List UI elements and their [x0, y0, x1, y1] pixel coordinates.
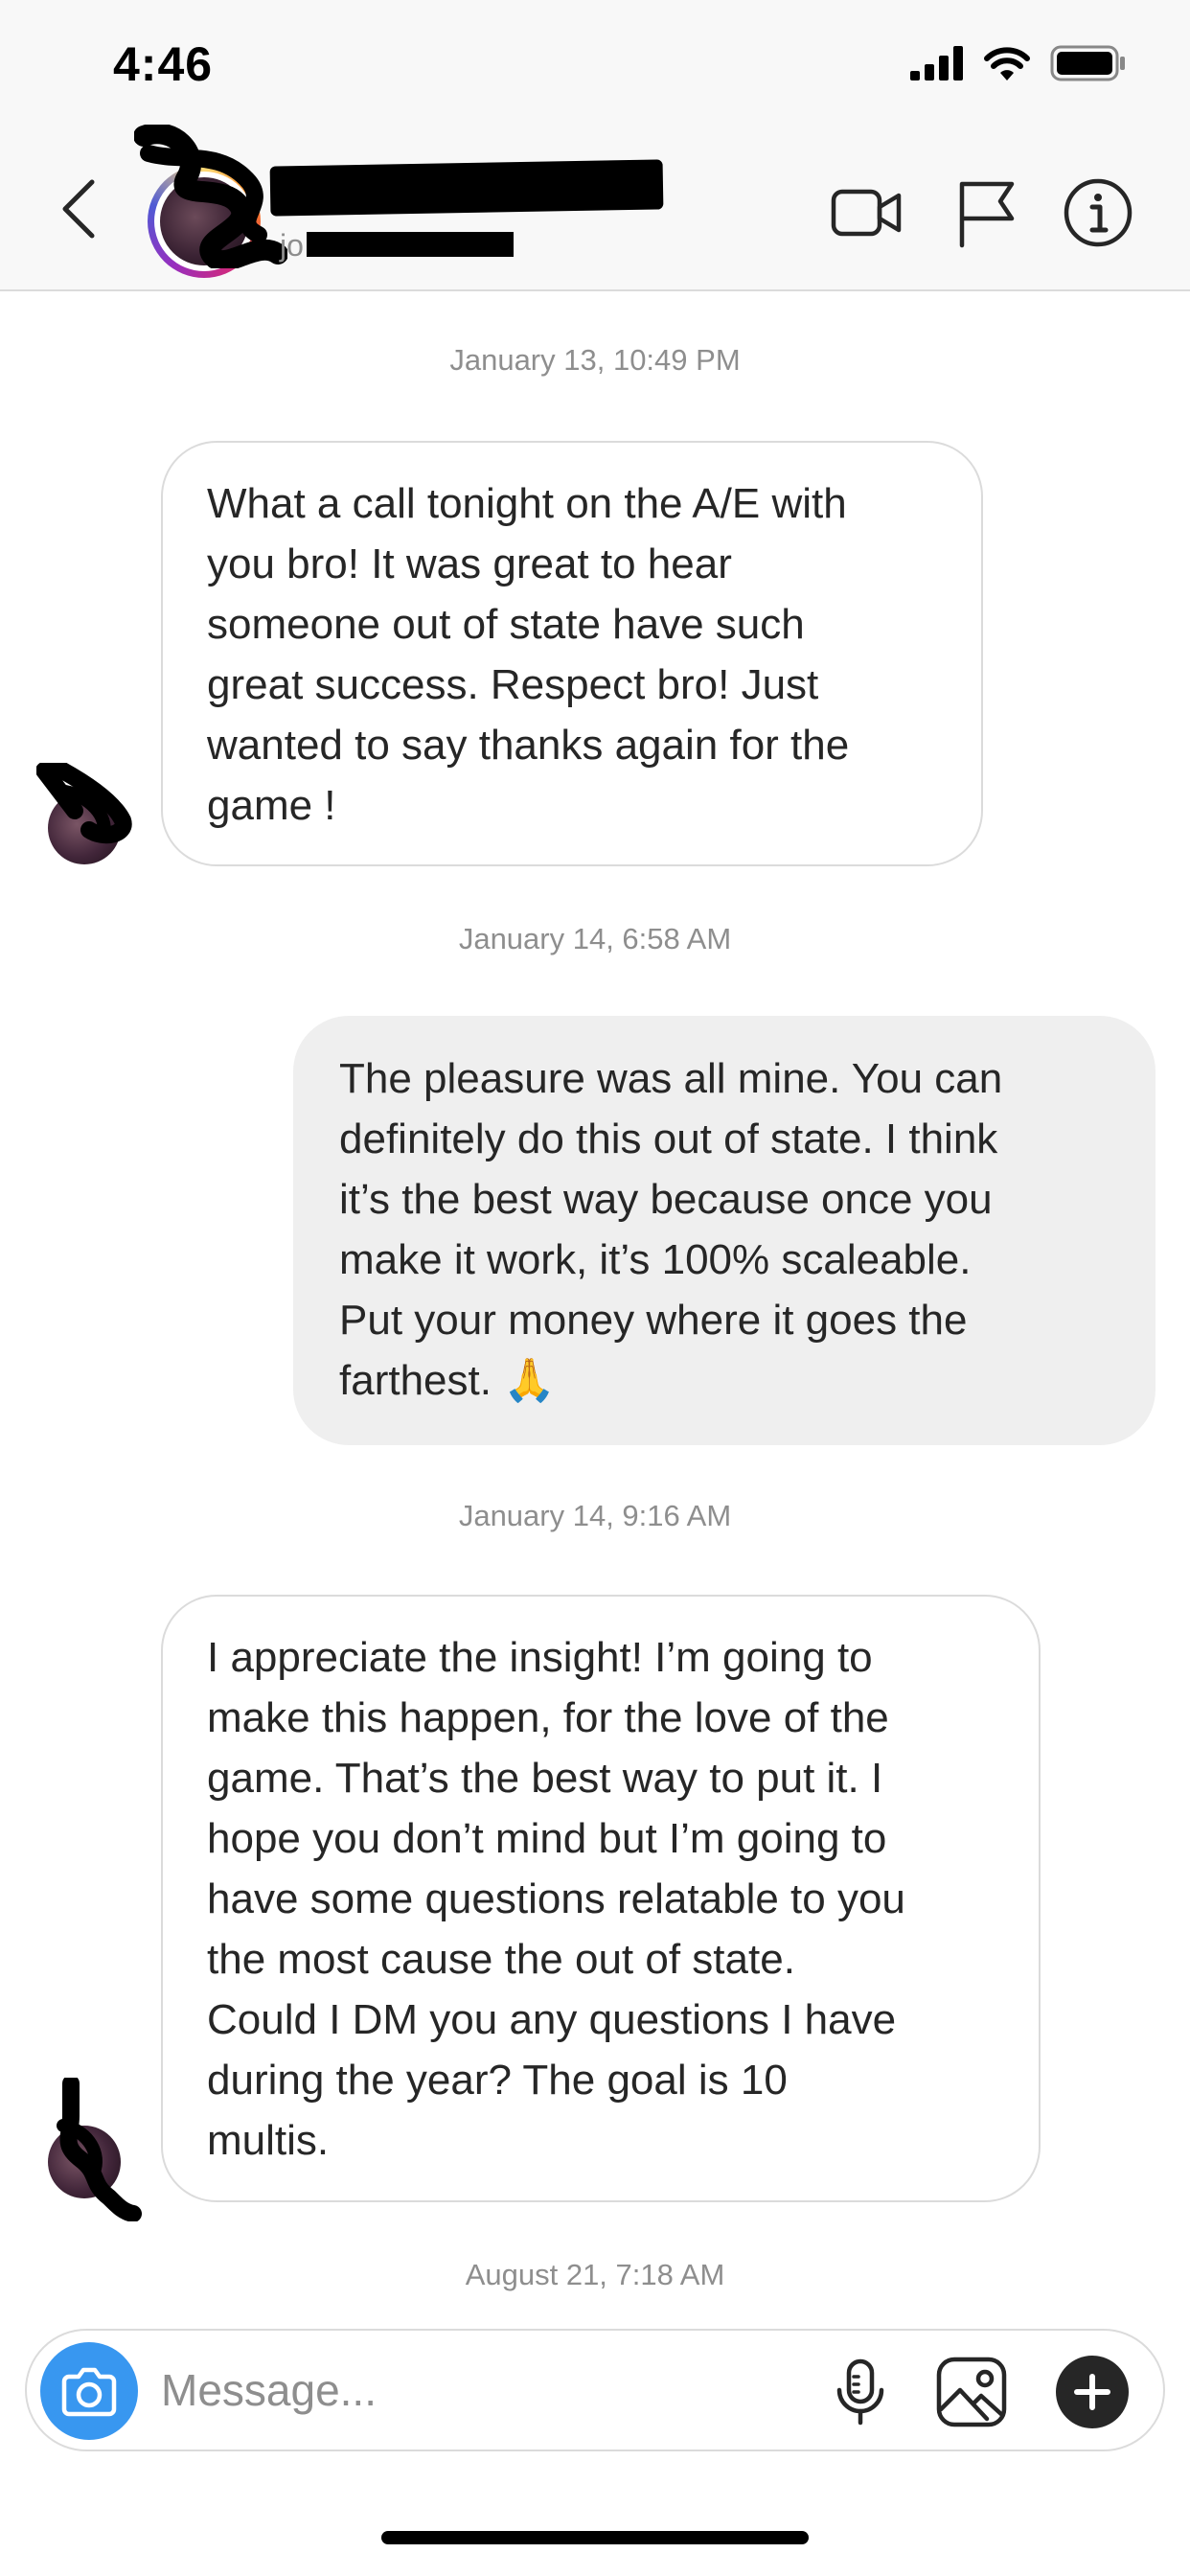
avatar-redaction-scribble [36, 763, 132, 844]
message-line: it’s the best way because once you [339, 1176, 993, 1223]
info-icon[interactable] [1062, 176, 1134, 249]
message-line: game. That’s the best way to put it. I [207, 1755, 883, 1802]
battery-icon [1050, 45, 1125, 81]
video-call-icon[interactable] [830, 176, 903, 249]
message-line: you bro! It was great to hear [207, 540, 732, 587]
home-indicator[interactable] [381, 2531, 809, 2544]
message-line: wanted to say thanks again for the [207, 722, 850, 769]
avatar-redaction-scribble [57, 2078, 142, 2221]
message-line: make this happen, for the love of the [207, 1694, 889, 1741]
name-redaction [269, 159, 664, 217]
wifi-icon [984, 47, 1030, 80]
contact-username: jo [280, 228, 304, 263]
thread-header: jo [0, 125, 1190, 291]
message-line: the most cause the out of state. [207, 1936, 795, 1983]
message-line: great success. Respect bro! Just [207, 661, 819, 708]
message-timestamp: August 21, 7:18 AM [465, 2258, 725, 2291]
microphone-icon[interactable] [824, 2356, 897, 2428]
message-line: definitely do this out of state. I think [339, 1116, 998, 1162]
message-line: hope you don’t mind but I’m going to [207, 1815, 887, 1862]
message-line: Could I DM you any questions I have [207, 1996, 897, 2043]
flag-icon[interactable] [950, 176, 1023, 249]
message-input[interactable] [161, 2359, 832, 2421]
message-timestamp: January 14, 9:16 AM [458, 1499, 732, 1532]
status-icons [910, 44, 1127, 82]
message-line: game ! [207, 782, 336, 829]
cellular-signal-icon [910, 46, 963, 80]
message-line: have some questions relatable to you [207, 1875, 905, 1922]
message-line: I appreciate the insight! I’m going to [207, 1634, 873, 1681]
message-line: someone out of state have such [207, 601, 805, 648]
message-line: multis. [207, 2117, 330, 2164]
message-line: farthest. 🙏 [339, 1357, 556, 1404]
gallery-icon[interactable] [935, 2356, 1008, 2428]
received-message-bubble[interactable]: What a call tonight on the A/E with you … [161, 441, 983, 866]
message-line: make it work, it’s 100% scaleable. [339, 1236, 972, 1283]
camera-icon [61, 2367, 117, 2417]
sent-message-bubble[interactable]: The pleasure was all mine. You can defin… [293, 1016, 1156, 1445]
plus-icon[interactable] [1054, 2354, 1131, 2430]
dm-thread-screen: 4:46 jo January 13, 10:49 PM What a call… [0, 0, 1190, 2576]
redaction-scribble [134, 125, 287, 268]
back-chevron-icon[interactable] [56, 178, 103, 240]
message-composer [25, 2329, 1165, 2451]
camera-button[interactable] [40, 2342, 138, 2440]
status-time: 4:46 [113, 37, 214, 91]
message-line: Put your money where it goes the [339, 1297, 968, 1344]
status-bar: 4:46 [0, 0, 1190, 125]
message-timestamp: January 14, 6:58 AM [458, 922, 732, 955]
received-message-bubble[interactable]: I appreciate the insight! I’m going to m… [161, 1595, 1041, 2202]
message-line: What a call tonight on the A/E with [207, 480, 847, 527]
message-line: during the year? The goal is 10 [207, 2057, 788, 2104]
message-timestamp: January 13, 10:49 PM [449, 343, 741, 377]
message-line: The pleasure was all mine. You can [339, 1055, 1003, 1102]
username-redaction [307, 232, 514, 257]
